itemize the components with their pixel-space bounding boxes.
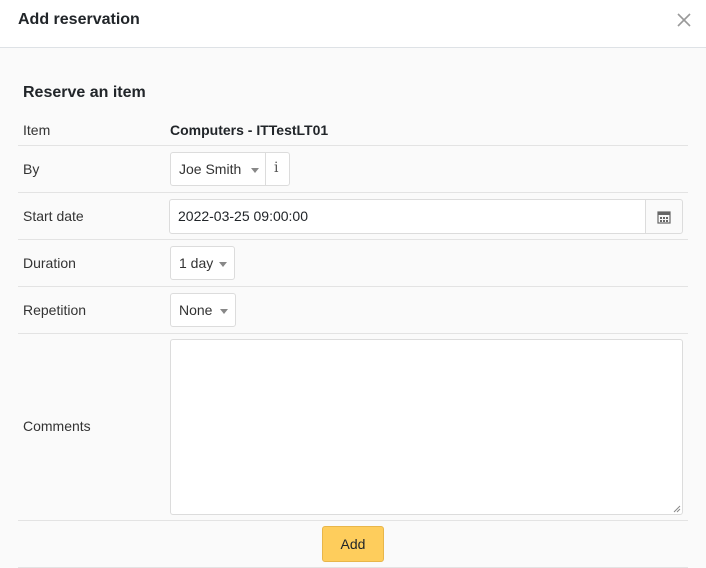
chevron-down-icon	[219, 262, 227, 267]
dialog-title: Add reservation	[18, 11, 140, 28]
item-label: Item	[23, 122, 51, 138]
comments-textarea[interactable]	[170, 339, 683, 515]
by-label: By	[23, 161, 40, 177]
dialog-header: Add reservation	[0, 0, 706, 48]
duration-select[interactable]: 1 day	[170, 246, 235, 280]
chevron-down-icon	[220, 309, 228, 314]
user-info-button[interactable]: i	[265, 152, 290, 186]
calendar-icon	[657, 211, 671, 224]
duration-value: 1 day	[179, 255, 214, 271]
info-icon: i	[274, 160, 279, 176]
repetition-label: Repetition	[23, 302, 87, 318]
resize-grip-icon[interactable]	[673, 505, 681, 513]
add-button[interactable]: Add	[322, 526, 384, 562]
section-title: Reserve an item	[23, 84, 146, 101]
by-row: By Joe Smith i	[18, 146, 688, 193]
start-date-value: 2022-03-25 09:00:00	[178, 208, 308, 224]
duration-row: Duration 1 day	[18, 240, 688, 287]
item-value: Computers - ITTestLT01	[170, 122, 329, 138]
chevron-down-icon	[251, 168, 259, 173]
repetition-select[interactable]: None	[170, 293, 236, 327]
by-user-select[interactable]: Joe Smith	[170, 152, 266, 186]
comments-label: Comments	[23, 418, 91, 434]
calendar-button[interactable]	[645, 199, 683, 234]
repetition-value: None	[179, 302, 213, 318]
repetition-row: Repetition None	[18, 287, 688, 334]
add-reservation-dialog: Add reservation Reserve an item Item Com…	[0, 0, 706, 568]
start-date-row: Start date 2022-03-25 09:00:00	[18, 193, 688, 240]
close-icon[interactable]	[676, 12, 692, 28]
item-row: Item Computers - ITTestLT01	[18, 114, 688, 146]
start-date-input[interactable]: 2022-03-25 09:00:00	[169, 199, 646, 234]
start-date-label: Start date	[23, 208, 84, 224]
duration-label: Duration	[23, 255, 76, 271]
by-user-value: Joe Smith	[179, 161, 242, 177]
